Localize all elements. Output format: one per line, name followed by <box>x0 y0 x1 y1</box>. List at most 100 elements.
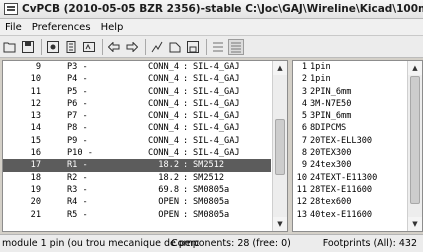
component-footprint: SIL-4_GAJ <box>193 62 240 72</box>
footprint-name: 3PIN_6mm <box>310 111 352 122</box>
menu-file-label: File <box>5 21 22 33</box>
footprint-row[interactable]: 9 24tex300 <box>293 159 408 171</box>
component-row[interactable]: 19 R3 - 69.8: SM0805a <box>3 184 271 196</box>
menu-preferences-label: Preferences <box>31 21 91 33</box>
app-icon[interactable] <box>4 3 18 15</box>
component-reference: R5 - <box>67 209 88 220</box>
menu-file[interactable]: File <box>0 22 27 33</box>
scrollbar-thumb[interactable] <box>410 76 420 204</box>
delete-associations-icon[interactable] <box>167 39 183 55</box>
auto-associate-icon[interactable] <box>149 39 165 55</box>
component-reference: R1 - <box>67 160 88 171</box>
component-row[interactable]: 10 P4 - CONN_4: SIL-4_GAJ <box>3 73 271 85</box>
component-separator: : <box>183 160 189 171</box>
component-row[interactable] <box>3 221 271 231</box>
component-row[interactable]: 18 R2 - 18.2: SM2512 <box>3 172 271 184</box>
toolbar-separator <box>102 38 103 55</box>
toolbar-separator <box>206 38 207 55</box>
component-reference: P3 - <box>67 62 88 72</box>
component-number: 10 <box>30 74 41 85</box>
component-value: CONN_4 <box>147 148 179 159</box>
component-separator: : <box>183 111 189 122</box>
save-icon[interactable] <box>20 39 36 55</box>
footprint-name: 1pin <box>310 74 331 85</box>
component-footprint: SIL-4_GAJ <box>193 123 240 134</box>
component-row[interactable]: 14 P8 - CONN_4: SIL-4_GAJ <box>3 122 271 134</box>
component-number: 12 <box>30 98 41 109</box>
component-separator: : <box>183 148 189 159</box>
components-scrollbar[interactable]: ▲ ▼ <box>272 61 287 231</box>
component-row[interactable]: 13 P7 - CONN_4: SIL-4_GAJ <box>3 110 271 122</box>
component-row[interactable]: 9 P3 - CONN_4: SIL-4_GAJ <box>3 61 271 73</box>
menu-help[interactable]: Help <box>96 22 129 33</box>
component-footprint: SIL-4_GAJ <box>193 135 240 146</box>
next-icon[interactable] <box>124 39 140 55</box>
equ-file-icon[interactable] <box>210 39 226 55</box>
scroll-down-icon[interactable]: ▼ <box>273 217 287 231</box>
footprint-row[interactable]: 5 3PIN_6mm <box>293 110 408 122</box>
footprint-number: 3 <box>301 86 307 97</box>
component-separator: : <box>183 74 189 85</box>
component-row[interactable]: 12 P6 - CONN_4: SIL-4_GAJ <box>3 98 271 110</box>
footprint-view-icon[interactable] <box>63 39 79 55</box>
status-footprints-count: Footprints (All): 432 <box>322 238 417 249</box>
toolbar-separator <box>41 38 42 55</box>
footprint-row[interactable]: 6 8DIPCMS <box>293 122 408 134</box>
footprints-list[interactable]: 1 1pin 2 1pin 3 2PIN_6mm 4 3M-N7E50 5 3PIN_6mm 6 8D… <box>292 60 423 232</box>
component-number: 13 <box>30 111 41 122</box>
window-title: CvPCB (2010-05-05 BZR 2356)-stable C:\Jo… <box>22 3 423 15</box>
component-separator: : <box>183 123 189 134</box>
component-value: CONN_4 <box>147 135 179 146</box>
component-number: 15 <box>30 135 41 146</box>
footprint-row[interactable]: 1 1pin <box>293 61 408 73</box>
component-footprint: SIL-4_GAJ <box>193 98 240 109</box>
footprint-row[interactable]: 8 20TEX300 <box>293 147 408 159</box>
component-value: CONN_4 <box>147 62 179 72</box>
component-value: 18.2 <box>158 172 179 183</box>
schematic-icon[interactable] <box>81 39 97 55</box>
footprint-row[interactable]: 3 2PIN_6mm <box>293 86 408 98</box>
footprint-name: 24TEXT-E11300 <box>310 172 378 183</box>
component-number: 9 <box>35 62 41 72</box>
footprint-row[interactable]: 11 28TEX-E11600 <box>293 184 408 196</box>
footprints-scrollbar[interactable]: ▲ ▼ <box>407 61 422 231</box>
component-row[interactable]: 15 P9 - CONN_4: SIL-4_GAJ <box>3 135 271 147</box>
component-row[interactable]: 20 R4 - OPEN: SM0805a <box>3 196 271 208</box>
menu-help-label: Help <box>100 21 124 33</box>
component-reference: P6 - <box>67 98 88 109</box>
footprint-row[interactable]: 10 24TEXT-E11300 <box>293 172 408 184</box>
export-icon[interactable] <box>185 39 201 55</box>
footprint-number: 4 <box>301 98 307 109</box>
component-row[interactable]: 11 P5 - CONN_4: SIL-4_GAJ <box>3 86 271 98</box>
component-reference: P8 - <box>67 123 88 134</box>
component-value: CONN_4 <box>147 111 179 122</box>
footprint-filter-icon[interactable] <box>228 38 244 55</box>
open-folder-icon[interactable] <box>2 39 18 55</box>
component-reference: R2 - <box>67 172 88 183</box>
scroll-down-icon[interactable]: ▼ <box>408 217 422 231</box>
component-separator: : <box>183 197 189 208</box>
component-row[interactable]: 21 R5 - OPEN: SM0805a <box>3 209 271 221</box>
menu-preferences[interactable]: Preferences <box>27 22 96 33</box>
scroll-up-icon[interactable]: ▲ <box>408 61 422 75</box>
component-footprint: SM0805a <box>193 184 230 195</box>
scrollbar-thumb[interactable] <box>275 119 285 175</box>
component-row[interactable]: 16 P10 - CONN_4: SIL-4_GAJ <box>3 147 271 159</box>
footprint-number: 12 <box>296 197 307 208</box>
footprint-row[interactable]: 2 1pin <box>293 73 408 85</box>
components-rows: 9 P3 - CONN_4: SIL-4_GAJ 10 P4 - CONN_4: SIL-4_… <box>3 61 271 231</box>
component-separator: : <box>183 98 189 109</box>
footprint-name: 2PIN_6mm <box>310 86 352 97</box>
footprint-row[interactable]: 13 40tex-E11600 <box>293 209 408 221</box>
footprint-row[interactable]: 4 3M-N7E50 <box>293 98 408 110</box>
component-row[interactable]: 17 R1 - 18.2: SM2512 <box>3 159 271 172</box>
footprint-row[interactable]: 7 20TEX-ELL300 <box>293 135 408 147</box>
footprint-name: 28tex600 <box>310 197 352 208</box>
footprint-row[interactable] <box>293 221 408 231</box>
configure-icon[interactable] <box>45 39 61 55</box>
components-list[interactable]: 9 P3 - CONN_4: SIL-4_GAJ 10 P4 - CONN_4: SIL-4_… <box>2 60 288 232</box>
previous-icon[interactable] <box>106 39 122 55</box>
scroll-up-icon[interactable]: ▲ <box>273 61 287 75</box>
footprint-row[interactable]: 12 28tex600 <box>293 196 408 208</box>
footprint-number: 10 <box>296 172 307 183</box>
